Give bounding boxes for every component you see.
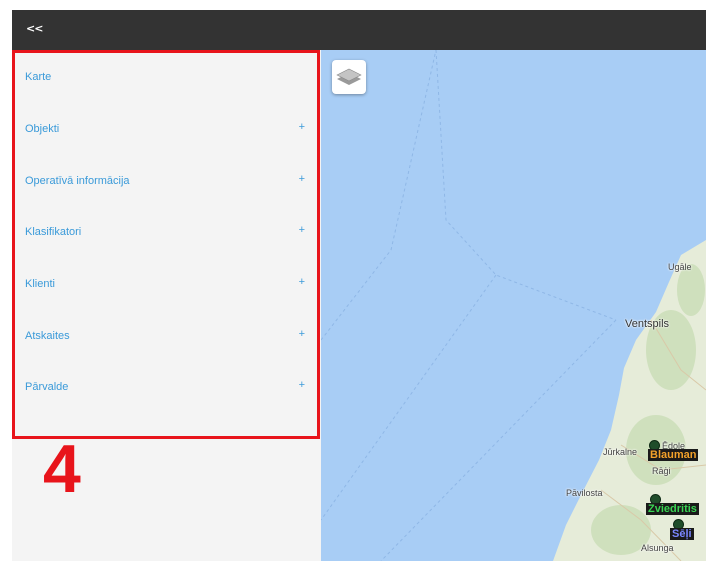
map-marker-label-blauman[interactable]: Blauman <box>648 449 699 461</box>
map-label-ragi: Rāģi <box>652 466 671 476</box>
layers-icon <box>336 68 362 85</box>
layers-button[interactable] <box>332 60 366 94</box>
highlight-annotation-box <box>12 50 320 439</box>
map-label-alsunga: Alsunga <box>641 543 674 553</box>
map-view[interactable] <box>321 50 706 561</box>
annotation-number: 4 <box>43 431 81 507</box>
top-bar: << <box>12 10 706 50</box>
sea-boundary-lines <box>321 50 617 561</box>
map-label-jurkalne: Jūrkalne <box>603 447 638 457</box>
map-label-ventspils: Ventspils <box>625 318 670 330</box>
map-label-pavilosta: Pāvilosta <box>566 488 603 498</box>
map-marker-label-zviedritis[interactable]: Zviedritis <box>646 503 699 515</box>
map-marker-label-seli[interactable]: Sēļi <box>670 528 694 540</box>
collapse-sidebar-button[interactable]: << <box>26 22 43 35</box>
map-label-ugale: Ugāle <box>668 262 692 272</box>
map-canvas <box>321 50 706 561</box>
